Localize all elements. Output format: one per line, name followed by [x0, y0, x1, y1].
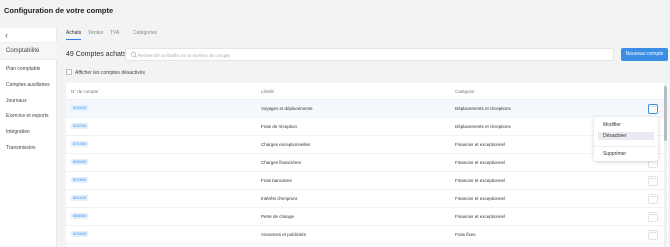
tab-ventes[interactable]: Ventes: [88, 30, 103, 36]
search-icon: [130, 51, 137, 58]
account-number-badge[interactable]: 627800: [71, 177, 89, 183]
account-label: Frais de réception: [261, 124, 298, 129]
search-placeholder: Recherché un libellé ou un numéro de com…: [138, 53, 231, 58]
table-row[interactable]: 625700 Frais de réception Déplacements e…: [66, 118, 668, 136]
table-row[interactable]: 627800 Frais bancaires Financier et exce…: [66, 172, 668, 190]
column-header-account-number: N° de compte: [71, 89, 99, 94]
scrollbar-thumb[interactable]: [664, 86, 667, 141]
account-number-badge[interactable]: 625100: [71, 105, 89, 111]
sidebar: ‹ Comptabilité Plan comptable Comptes au…: [0, 28, 57, 247]
tab-tva[interactable]: TVA: [110, 30, 119, 36]
back-arrow-icon[interactable]: ‹: [5, 30, 8, 40]
table-row[interactable]: 666000 Perte de change Financier et exce…: [66, 208, 668, 226]
row-actions-button[interactable]: ···: [648, 230, 658, 240]
account-category: Frais fixes: [455, 232, 476, 237]
active-tab-indicator: [66, 39, 81, 40]
row-actions-button[interactable]: ···: [648, 104, 658, 114]
account-category: Déplacements et réceptions: [455, 124, 511, 129]
row-actions-button[interactable]: ···: [648, 194, 658, 204]
sidebar-section-label: Comptabilité: [6, 48, 40, 54]
row-actions-button[interactable]: ···: [648, 176, 658, 186]
table-header: N° de compte Libellé Catégorie: [66, 83, 668, 100]
account-category: Financier et exceptionnel: [455, 196, 506, 201]
account-number-badge[interactable]: 625700: [71, 123, 89, 129]
sidebar-item-comptes-auxiliaires[interactable]: Comptes auxiliaires: [6, 82, 50, 88]
account-label: Annonces et publicités: [261, 232, 307, 237]
show-disabled-checkbox[interactable]: [66, 69, 72, 75]
table-scrollbar[interactable]: [664, 83, 667, 247]
account-label: Intérêts d'emprunt: [261, 196, 298, 201]
account-category: Déplacements et réceptions: [455, 106, 511, 111]
column-header-category: Catégorie: [455, 89, 475, 94]
account-number-badge[interactable]: 665000: [71, 159, 89, 165]
menu-divider: [594, 146, 658, 147]
accounts-count: 49 Comptes achats: [66, 51, 127, 58]
tab-achats[interactable]: Achats: [66, 30, 81, 36]
accounts-table: N° de compte Libellé Catégorie 625100 Vo…: [66, 83, 668, 247]
menu-item-supprimer[interactable]: Supprimer: [598, 150, 654, 158]
row-actions-button[interactable]: ···: [648, 212, 658, 222]
table-row[interactable]: 625100 Voyages et déplacements Déplaceme…: [66, 100, 668, 118]
sidebar-item-exercice-exports[interactable]: Exercice et exports: [6, 113, 49, 119]
table-row[interactable]: 623100 Annonces et publicités Frais fixe…: [66, 226, 668, 244]
account-label: Frais bancaires: [261, 178, 292, 183]
sidebar-item-plan-comptable[interactable]: Plan comptable: [6, 66, 40, 72]
account-label: Perte de change: [261, 214, 295, 219]
search-input[interactable]: Recherché un libellé ou un numéro de com…: [125, 48, 614, 61]
account-number-badge[interactable]: 671000: [71, 141, 89, 147]
account-label: Voyages et déplacements: [261, 106, 313, 111]
new-account-button[interactable]: Nouveau compte: [621, 48, 668, 61]
menu-item-modifier[interactable]: Modifier: [598, 121, 654, 129]
table-row[interactable]: 665000 Charges financières Financier et …: [66, 154, 668, 172]
menu-item-desactiver[interactable]: Désactiver: [598, 132, 654, 140]
account-label: Charges exceptionnelles: [261, 142, 311, 147]
sidebar-item-journaux[interactable]: Journaux: [6, 98, 27, 104]
account-category: Financier et exceptionnel: [455, 160, 506, 165]
account-category: Financier et exceptionnel: [455, 214, 506, 219]
column-header-label: Libellé: [261, 89, 275, 94]
top-bar: Configuration de votre compte: [0, 0, 670, 22]
account-category: Financier et exceptionnel: [455, 142, 506, 147]
table-row[interactable]: 671000 Charges exceptionnelles Financier…: [66, 136, 668, 154]
table-row[interactable]: 661100 Intérêts d'emprunt Financier et e…: [66, 190, 668, 208]
row-context-menu: Modifier Désactiver Supprimer: [594, 117, 658, 161]
sidebar-item-integration[interactable]: Intégration: [6, 129, 30, 135]
account-label: Charges financières: [261, 160, 302, 165]
account-number-badge[interactable]: 623100: [71, 231, 89, 237]
account-number-badge[interactable]: 661100: [71, 195, 89, 201]
account-number-badge[interactable]: 666000: [71, 213, 89, 219]
sidebar-section-header: Comptabilité: [0, 42, 57, 60]
show-disabled-label: Afficher les comptes désactivés: [75, 70, 145, 76]
account-category: Financier et exceptionnel: [455, 178, 506, 183]
sidebar-item-transmission[interactable]: Transmission: [6, 145, 36, 151]
tab-categories[interactable]: Catégories: [133, 30, 157, 36]
page-title: Configuration de votre compte: [4, 6, 114, 15]
